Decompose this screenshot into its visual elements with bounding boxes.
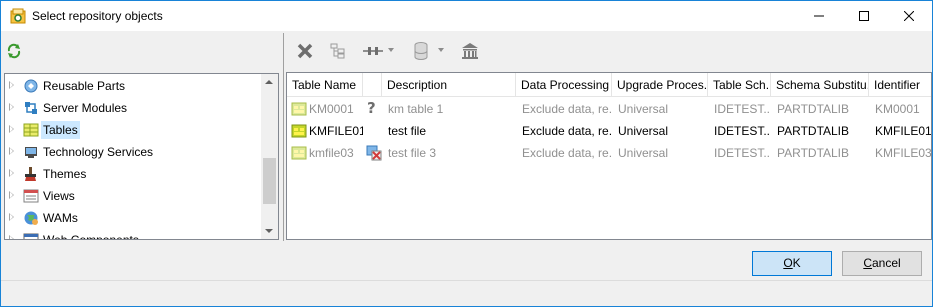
footer-divider (1, 280, 932, 281)
select-repository-dialog: Select repository objects Reusable Parts (0, 0, 933, 307)
tree-item-label: Technology Services (43, 145, 154, 159)
app-icon (10, 8, 26, 24)
repository-icon[interactable] (461, 41, 479, 61)
tree-item-label: WAMs (43, 211, 78, 225)
tree-item-label: Themes (43, 167, 87, 181)
column-header-schema-substitution[interactable]: Schema Substitu... (771, 73, 869, 97)
column-header-data-processing[interactable]: Data Processing (516, 73, 612, 97)
tree-item-reusable-parts[interactable]: Reusable Parts (5, 75, 260, 97)
views-icon (23, 188, 39, 204)
ok-label-rest: K (792, 256, 801, 270)
tree-item-themes[interactable]: Themes (5, 163, 260, 185)
wams-icon (23, 210, 39, 226)
cell-table-name: kmfile03 (309, 146, 354, 160)
tree-scrollbar[interactable] (261, 74, 278, 239)
refresh-icon[interactable] (6, 43, 22, 59)
web-components-icon (23, 232, 39, 239)
cell-identifier: KM0001 (875, 102, 920, 116)
cell-data-processing: Exclude data, re... (522, 124, 612, 138)
themes-icon (23, 166, 39, 182)
column-header-status[interactable] (363, 73, 382, 97)
link-icon[interactable] (362, 41, 384, 61)
column-header-upgrade-processing[interactable]: Upgrade Proces... (612, 73, 708, 97)
expand-arrow-icon[interactable] (9, 147, 14, 155)
objects-grid: Table Name Description Data Processing U… (286, 72, 932, 240)
expand-arrow-icon[interactable] (9, 125, 14, 133)
cancel-label-rest: ancel (871, 256, 901, 270)
scroll-down-icon[interactable] (265, 229, 273, 233)
tree-item-server-modules[interactable]: Server Modules (5, 97, 260, 119)
panel-splitter[interactable] (283, 33, 284, 241)
expand-arrow-icon[interactable] (9, 213, 14, 221)
cell-table-schema: IDETEST... (714, 102, 771, 116)
close-button[interactable] (886, 1, 932, 31)
expand-arrow-icon[interactable] (9, 81, 14, 89)
table-row[interactable]: KM0001 ? km table 1 Exclude data, re... … (287, 98, 931, 120)
cell-schema-substitution: PARTDTALIB (777, 124, 850, 138)
close-icon (904, 11, 914, 21)
cell-identifier: KMFILE03 (875, 146, 931, 160)
cell-schema-substitution: PARTDTALIB (777, 146, 850, 160)
window-title: Select repository objects (32, 9, 163, 23)
tree-item-views[interactable]: Views (5, 185, 260, 207)
tree-item-label: Views (43, 189, 75, 203)
database-dropdown-icon[interactable] (438, 48, 444, 52)
cell-table-name: KM0001 (309, 102, 354, 116)
tree-item-web-components[interactable]: Web Components (5, 229, 260, 240)
tree-item-tables[interactable]: Tables (5, 119, 260, 141)
cell-data-processing: Exclude data, re... (522, 102, 612, 116)
title-bar: Select repository objects (1, 1, 932, 31)
expand-arrow-icon[interactable] (9, 103, 14, 111)
maximize-button[interactable] (841, 1, 887, 31)
cell-identifier: KMFILE01 (875, 124, 931, 138)
cell-upgrade-processing: Universal (618, 146, 669, 160)
tree-item-label: Server Modules (43, 101, 128, 115)
cell-description: test file 3 (388, 146, 437, 160)
tree-item-wams[interactable]: WAMs (5, 207, 260, 229)
tree-item-label: Reusable Parts (43, 79, 126, 93)
column-header-table-name[interactable]: Table Name (287, 73, 363, 97)
minimize-button[interactable] (796, 1, 842, 31)
ok-accelerator: O (783, 256, 793, 270)
cell-data-processing: Exclude data, re... (522, 146, 612, 160)
minimize-icon (814, 15, 824, 17)
server-modules-icon (23, 100, 39, 116)
link-dropdown-icon[interactable] (388, 48, 394, 52)
expand-arrow-icon[interactable] (9, 191, 14, 199)
tree-item-technology-services[interactable]: Technology Services (5, 141, 260, 163)
column-header-identifier[interactable]: Identifier (869, 73, 931, 97)
table-row[interactable]: kmfile03 test file 3 Exclude data, re...… (287, 142, 931, 164)
column-header-description[interactable]: Description (382, 73, 516, 97)
tables-icon (23, 122, 39, 138)
cell-table-schema: IDETEST... (714, 146, 771, 160)
conflict-icon (366, 145, 382, 164)
reusable-parts-icon (23, 78, 39, 94)
scroll-up-icon[interactable] (265, 80, 273, 84)
repository-tree: Reusable Parts Server Modules Tables Tec… (4, 73, 279, 240)
maximize-icon (859, 11, 869, 21)
database-icon[interactable] (414, 41, 428, 61)
cell-description: test file (388, 124, 427, 138)
tree-item-label: Web Components (43, 233, 139, 240)
technology-services-icon (23, 144, 39, 160)
grid-header: Table Name Description Data Processing U… (287, 73, 931, 97)
table-row[interactable]: KMFILE01 test file Exclude data, re... U… (287, 120, 931, 142)
scroll-thumb[interactable] (263, 158, 276, 204)
delete-icon[interactable] (296, 41, 314, 61)
expand-arrow-icon[interactable] (9, 235, 14, 239)
cell-description: km table 1 (388, 102, 444, 116)
cancel-button[interactable]: Cancel (842, 251, 922, 276)
column-header-table-schema[interactable]: Table Sch... (708, 73, 771, 97)
expand-arrow-icon[interactable] (9, 169, 14, 177)
cell-table-name: KMFILE01 (309, 124, 363, 138)
cell-schema-substitution: PARTDTALIB (777, 102, 850, 116)
ok-button[interactable]: OK (752, 251, 832, 276)
cell-upgrade-processing: Universal (618, 124, 669, 138)
cancel-accelerator: C (863, 256, 872, 270)
hierarchy-icon[interactable] (330, 41, 346, 61)
question-icon: ? (367, 99, 376, 117)
cell-table-schema: IDETEST... (714, 124, 771, 138)
cell-upgrade-processing: Universal (618, 102, 669, 116)
tree-item-label: Tables (41, 121, 80, 139)
